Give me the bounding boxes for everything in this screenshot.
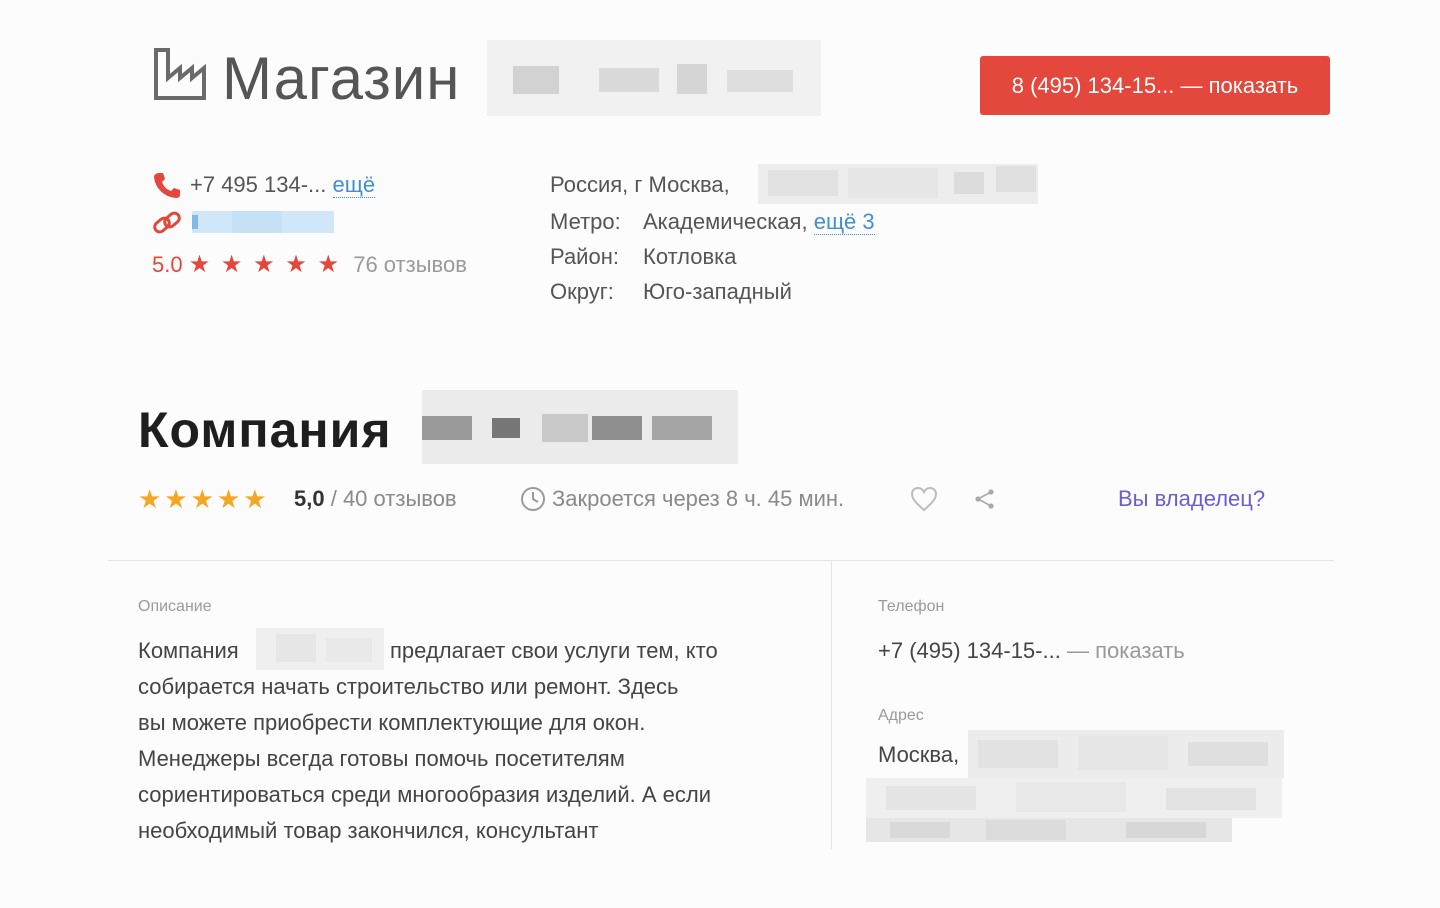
shop-reviews-count[interactable]: 76 отзывов: [353, 252, 467, 277]
clock-icon: [520, 486, 550, 516]
description-line: собирается начать строительство или ремо…: [138, 674, 679, 699]
heart-icon[interactable]: [910, 486, 940, 516]
metro-value-row: Академическая, ещё 3: [643, 207, 875, 237]
section-divider: [108, 560, 1334, 561]
shop-rating-value: 5.0: [152, 252, 183, 277]
description-label: Описание: [138, 598, 212, 615]
metro-label: Метро:: [550, 209, 621, 234]
description-line: предлагает свои услуги тем, кто: [390, 638, 718, 663]
company-phone-row: +7 (495) 134-15-... — показать: [878, 633, 1185, 669]
address-label: Адрес: [878, 707, 924, 724]
company-rating-text: 5,0 / 40 отзывов: [294, 484, 457, 514]
company-title: Компания: [138, 402, 392, 458]
company-rating-value: 5,0: [294, 486, 325, 511]
shop-logo-icon: [152, 44, 208, 104]
shop-rating-stars: ★ ★ ★ ★ ★: [188, 251, 341, 278]
company-address-redacted: [866, 818, 1232, 842]
shop-title: Магазин: [222, 45, 461, 112]
opening-hours: Закроется через 8 ч. 45 мин.: [552, 486, 845, 511]
description-line: необходимый товар закончился, консультан…: [138, 818, 599, 843]
link-icon: [152, 208, 182, 238]
description-line: Компания: [138, 638, 239, 663]
description-line: сориентироваться среди многообразия изде…: [138, 782, 711, 807]
okrug-label: Округ:: [550, 279, 614, 304]
owner-link[interactable]: Вы владелец?: [1118, 484, 1265, 514]
street-address-redacted: [758, 164, 1038, 204]
shop-name-redacted: [487, 40, 821, 116]
company-address-value: Москва,: [878, 742, 960, 767]
metro-row: Метро:: [550, 207, 621, 237]
company-rating-stars: ★★★★★: [138, 484, 270, 514]
metro-more-link[interactable]: ещё 3: [813, 209, 875, 235]
district-label: Район:: [550, 244, 619, 269]
description-line: вы можете приобрести комплектующие для о…: [138, 710, 646, 735]
description-company-redacted: [256, 628, 384, 670]
phone-short-text: +7 495 134-...: [190, 172, 327, 197]
phone-more-link[interactable]: ещё: [332, 172, 376, 198]
description-line: Менеджеры всегда готовы помочь посетител…: [138, 746, 625, 771]
company-address-redacted: [968, 730, 1284, 778]
website-link-redacted[interactable]: [192, 211, 334, 233]
company-name-redacted: [422, 390, 738, 464]
company-address-redacted: [866, 778, 1282, 818]
company-rating-row: ★★★★★: [138, 484, 270, 515]
okrug-value: Юго-западный: [643, 279, 792, 304]
show-phone-button[interactable]: 8 (495) 134-15... — показать: [980, 56, 1330, 115]
phone-icon: [152, 170, 182, 200]
show-company-phone-link[interactable]: — показать: [1067, 638, 1185, 663]
phone-label: Телефон: [878, 598, 945, 615]
column-divider: [831, 561, 832, 849]
district-value: Котловка: [643, 244, 737, 269]
address-city: Россия, г Москва,: [550, 172, 730, 197]
phone-short: +7 495 134-... ещё: [190, 170, 376, 200]
company-reviews-count[interactable]: / 40 отзывов: [331, 486, 457, 511]
share-icon[interactable]: [974, 488, 1004, 518]
company-phone-value: +7 (495) 134-15-...: [878, 638, 1061, 663]
metro-value: Академическая,: [643, 209, 808, 234]
shop-rating-row: 5.0 ★ ★ ★ ★ ★ 76 отзывов: [152, 250, 467, 280]
